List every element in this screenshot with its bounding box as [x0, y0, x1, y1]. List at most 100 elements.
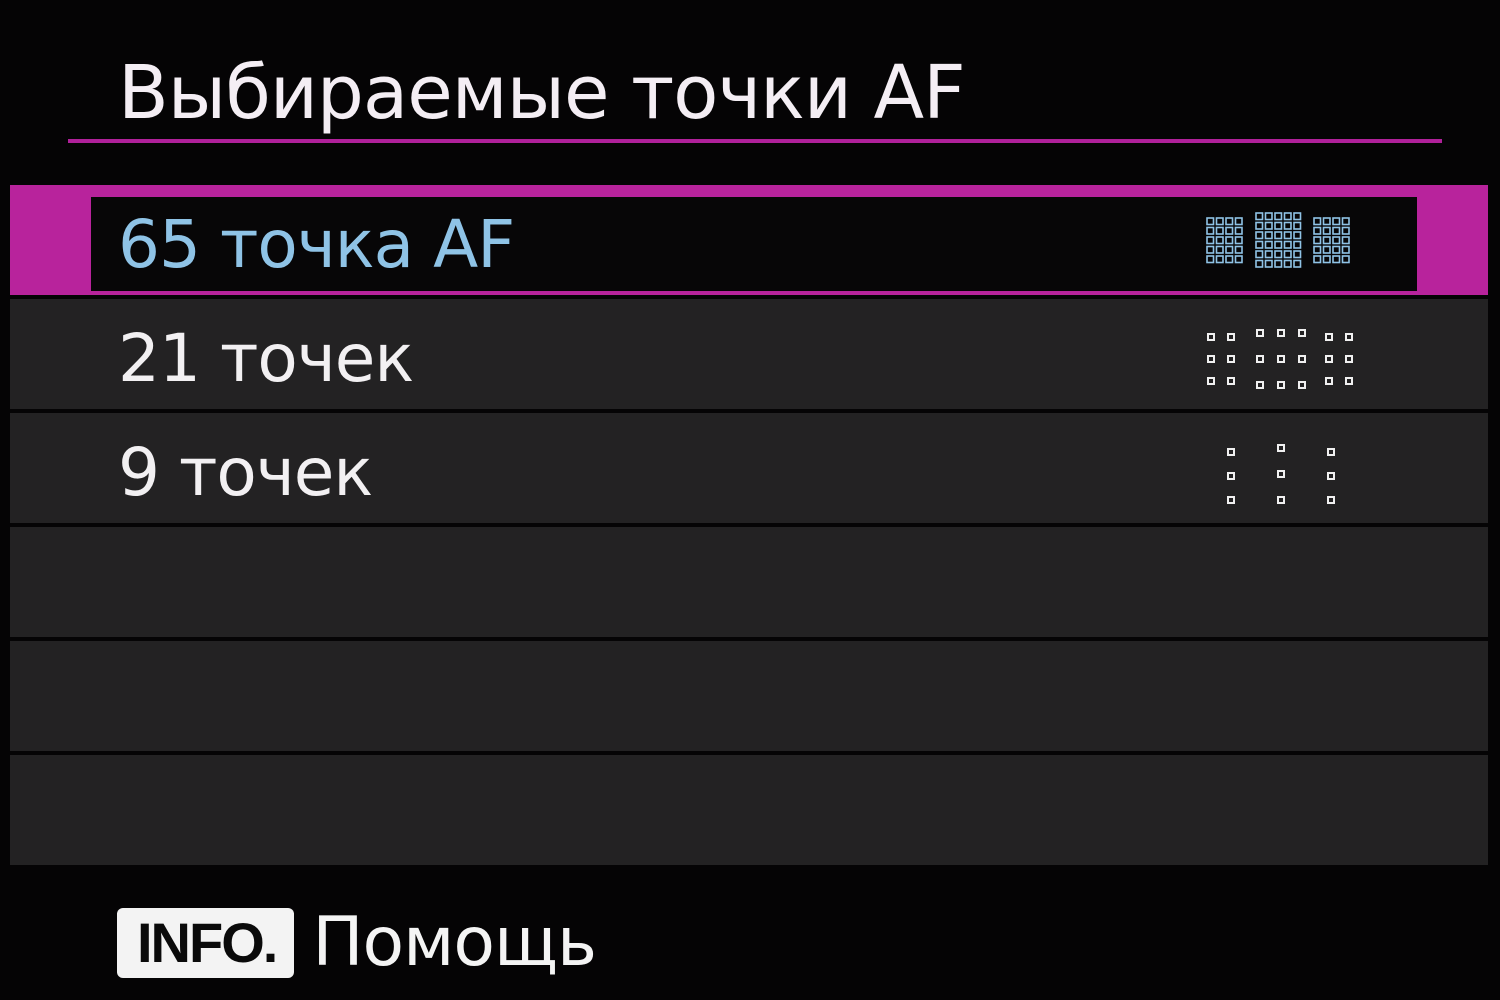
af-point	[1227, 377, 1235, 385]
af-point	[1227, 355, 1235, 363]
af-point	[1274, 250, 1283, 259]
menu-item-9-points[interactable]: 9 точек	[10, 413, 1488, 523]
af-point	[1225, 226, 1234, 235]
af-point	[1274, 221, 1283, 230]
af-point	[1313, 236, 1322, 245]
af-point	[1274, 240, 1283, 249]
menu-item-21-points[interactable]: 21 точек	[10, 299, 1488, 409]
af-point	[1225, 236, 1234, 245]
af-point	[1206, 245, 1215, 254]
af-point	[1207, 355, 1215, 363]
af-point	[1215, 245, 1224, 254]
af-point	[1313, 255, 1322, 264]
af-point	[1332, 217, 1341, 226]
af-point	[1274, 231, 1283, 240]
af-point	[1293, 221, 1302, 230]
af-point	[1341, 255, 1350, 264]
af-point	[1345, 333, 1353, 341]
af-point	[1322, 255, 1331, 264]
af-point	[1225, 245, 1234, 254]
af-point	[1206, 236, 1215, 245]
af-point	[1264, 240, 1273, 249]
af-point	[1313, 217, 1322, 226]
af-point	[1264, 212, 1273, 221]
af-point	[1255, 231, 1264, 240]
menu-item-65-points[interactable]: 65 точка AF	[10, 185, 1488, 295]
af-point	[1227, 496, 1235, 504]
af-point	[1327, 448, 1335, 456]
af-point	[1277, 444, 1285, 452]
af-point	[1283, 221, 1292, 230]
af-points-menu: 65 точка AF 21 точек 9 точек	[10, 185, 1488, 869]
af-point	[1264, 259, 1273, 268]
af-point	[1293, 250, 1302, 259]
af-point	[1341, 245, 1350, 254]
af-point	[1283, 240, 1292, 249]
af-point	[1325, 333, 1333, 341]
af-point	[1313, 226, 1322, 235]
af-point	[1277, 381, 1285, 389]
menu-item-label: 9 точек	[118, 434, 373, 511]
af-point	[1345, 355, 1353, 363]
af-point	[1327, 496, 1335, 504]
af-point	[1327, 472, 1335, 480]
af-point	[1341, 217, 1350, 226]
menu-item-empty	[10, 755, 1488, 865]
af-point	[1332, 255, 1341, 264]
af-point	[1234, 236, 1243, 245]
info-button[interactable]: INFO.	[117, 908, 295, 978]
af-point	[1313, 245, 1322, 254]
af-point	[1293, 212, 1302, 221]
af-point	[1255, 212, 1264, 221]
af-point	[1255, 221, 1264, 230]
af-point	[1227, 448, 1235, 456]
af-point	[1277, 496, 1285, 504]
af-point	[1298, 355, 1306, 363]
camera-menu-screen: Выбираемые точки AF 65 точка AF 21 точек…	[0, 0, 1500, 1000]
af-point	[1255, 259, 1264, 268]
af-point	[1298, 381, 1306, 389]
af-point	[1293, 231, 1302, 240]
title-divider	[68, 139, 1442, 143]
footer-help-bar: INFO. Помощь	[117, 906, 597, 980]
af-point	[1234, 255, 1243, 264]
af-point	[1274, 259, 1283, 268]
af-point	[1234, 217, 1243, 226]
af-point	[1215, 255, 1224, 264]
menu-item-empty	[10, 641, 1488, 751]
menu-item-empty	[10, 527, 1488, 637]
af-point	[1298, 329, 1306, 337]
af-point	[1283, 259, 1292, 268]
af-point	[1277, 355, 1285, 363]
af-point	[1234, 226, 1243, 235]
af-point	[1332, 226, 1341, 235]
af-point	[1215, 217, 1224, 226]
af-point	[1277, 329, 1285, 337]
af-point	[1283, 250, 1292, 259]
af-point	[1206, 226, 1215, 235]
af-point	[1283, 212, 1292, 221]
page-title: Выбираемые точки AF	[118, 50, 966, 136]
af-21-point-grid-icon	[1207, 329, 1353, 389]
af-point	[1227, 472, 1235, 480]
af-point	[1322, 245, 1331, 254]
af-point	[1274, 212, 1283, 221]
af-9-point-grid-icon	[1227, 444, 1335, 504]
af-point	[1215, 236, 1224, 245]
af-point	[1332, 236, 1341, 245]
af-point	[1277, 470, 1285, 478]
af-point	[1264, 250, 1273, 259]
af-point	[1225, 255, 1234, 264]
af-point	[1322, 217, 1331, 226]
af-point	[1256, 355, 1264, 363]
af-point	[1215, 226, 1224, 235]
af-point	[1256, 381, 1264, 389]
af-point	[1206, 217, 1215, 226]
af-65-point-grid-icon	[1206, 212, 1350, 268]
af-point	[1341, 236, 1350, 245]
af-point	[1345, 377, 1353, 385]
af-point	[1332, 245, 1341, 254]
menu-item-label: 21 точек	[118, 320, 414, 397]
af-point	[1293, 240, 1302, 249]
af-point	[1207, 377, 1215, 385]
